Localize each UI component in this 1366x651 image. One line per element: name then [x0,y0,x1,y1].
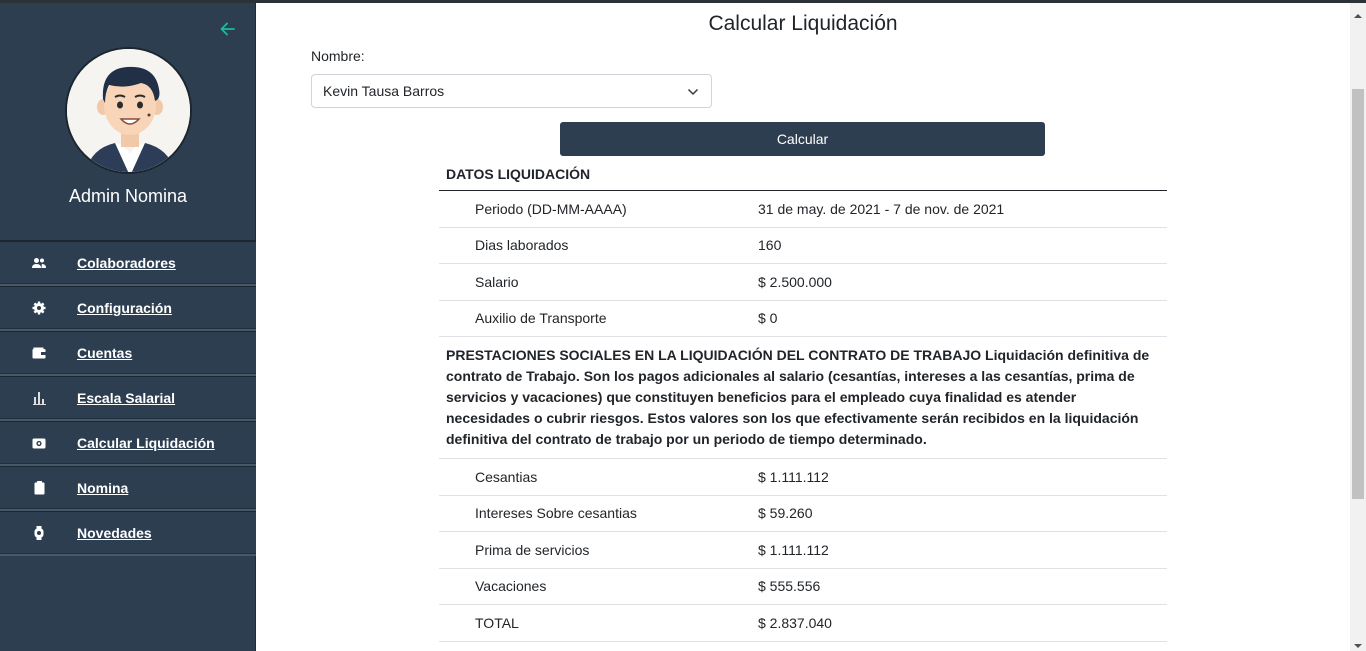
clipboard-icon [31,480,47,496]
users-icon [31,255,47,271]
sidebar-item-escala-salarial[interactable]: Escala Salarial [0,376,256,421]
row-label: Periodo (DD-MM-AAAA) [475,200,627,217]
table-row: Auxilio de Transporte $ 0 [439,301,1167,337]
chevron-down-icon [687,85,699,97]
sidebar-item-colaboradores[interactable]: Colaboradores [0,241,256,286]
sidebar-item-label: Novedades [77,525,152,541]
money-icon [31,435,47,451]
row-label: Intereses Sobre cesantias [475,505,637,522]
wallet-icon [31,345,47,361]
sidebar-item-configuracion[interactable]: Configuración [0,286,256,331]
page-title: Calcular Liquidación [708,12,898,35]
avatar [65,47,192,174]
sidebar-item-label: Nomina [77,480,129,496]
prestaciones-description: PRESTACIONES SOCIALES EN LA LIQUIDACIÓN … [439,337,1167,459]
table-row-total: TOTAL $ 2.837.040 [439,605,1167,642]
row-value: 160 [758,237,782,254]
row-value: 31 de may. de 2021 - 7 de nov. de 2021 [758,200,1005,217]
row-label: Cesantias [475,468,538,485]
row-value: $ 2.500.000 [758,273,832,290]
employee-select[interactable]: Kevin Tausa Barros [311,74,712,108]
sidebar-item-label: Configuración [77,300,172,316]
table-row: Periodo (DD-MM-AAAA) 31 de may. de 2021 … [439,191,1167,228]
back-arrow-icon[interactable] [218,19,238,39]
scrollbar-thumb[interactable] [1352,89,1364,499]
gear-icon [31,300,47,316]
row-value: $ 1.111.112 [758,468,829,485]
table-row: Salario $ 2.500.000 [439,264,1167,301]
sidebar: Admin Nomina Colaboradores Configuración… [0,3,256,651]
employee-select-value: Kevin Tausa Barros [323,83,445,99]
row-label: Salario [475,273,519,290]
table-row: Cesantias $ 1.111.112 [439,459,1167,496]
watch-icon [31,525,47,541]
row-label: Dias laborados [475,237,569,254]
sidebar-item-nomina[interactable]: Nomina [0,466,256,511]
row-label: Auxilio de Transporte [475,310,607,327]
row-label: TOTAL [475,614,519,631]
user-name: Admin Nomina [68,186,188,206]
row-label: Prima de servicios [475,541,590,558]
table-row: Dias laborados 160 [439,228,1167,264]
scroll-down-icon[interactable] [1354,637,1362,648]
row-value: $ 59.260 [758,505,813,522]
nombre-label: Nombre: [311,48,365,64]
scroll-up-icon[interactable] [1354,7,1362,18]
row-value: $ 555.556 [758,578,821,595]
row-value: $ 2.837.040 [758,614,832,631]
vertical-scrollbar[interactable] [1350,3,1366,651]
sidebar-item-label: Escala Salarial [77,390,176,406]
liquidacion-table: DATOS LIQUIDACIÓN Periodo (DD-MM-AAAA) 3… [439,157,1167,642]
bar-chart-icon [31,390,47,406]
sidebar-nav: Colaboradores Configuración Cuentas Esca… [0,240,256,556]
table-row: Intereses Sobre cesantias $ 59.260 [439,496,1167,532]
row-label: Vacaciones [475,578,547,595]
calcular-button[interactable]: Calcular [560,122,1045,156]
sidebar-item-novedades[interactable]: Novedades [0,511,256,556]
sidebar-item-label: Cuentas [77,345,133,361]
table-header: DATOS LIQUIDACIÓN [439,157,1167,191]
sidebar-item-label: Colaboradores [77,255,176,271]
table-row: Prima de servicios $ 1.111.112 [439,532,1167,569]
sidebar-item-cuentas[interactable]: Cuentas [0,331,256,376]
table-row: Vacaciones $ 555.556 [439,569,1167,605]
row-value: $ 0 [758,310,778,327]
row-value: $ 1.111.112 [758,541,829,558]
sidebar-item-label: Calcular Liquidación [77,435,215,451]
sidebar-item-calcular-liquidacion[interactable]: Calcular Liquidación [0,421,256,466]
